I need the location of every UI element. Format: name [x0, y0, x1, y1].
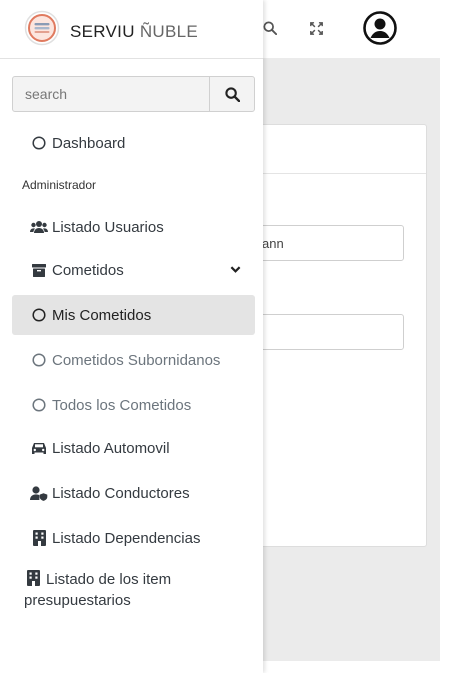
sidebar-section-header: Administrador	[22, 178, 97, 192]
card-header	[249, 125, 426, 174]
sidebar-item-label-line1: Listado de los item	[46, 571, 172, 588]
sidebar-item-todos-cometidos[interactable]: Todos los Cometidos	[12, 385, 255, 425]
sidebar-item-label: Dashboard	[52, 134, 126, 152]
search-button[interactable]	[209, 77, 254, 111]
sidebar-item-label: Listado Usuarios	[52, 218, 164, 236]
sidebar-item-listado-item-presupuestarios[interactable]: Listado de los item presupuestarios	[12, 565, 255, 621]
search-icon	[224, 86, 240, 102]
sidebar-item-listado-automovil[interactable]: Listado Automovil	[12, 428, 255, 468]
sidebar-item-listado-dependencias[interactable]: Listado Dependencias	[12, 518, 255, 558]
circle-icon	[30, 135, 48, 151]
form-field-2[interactable]	[249, 314, 404, 350]
sidebar-item-label: Cometidos Subornidanos	[52, 351, 221, 369]
sidebar-item-label: Mis Cometidos	[52, 306, 152, 324]
sidebar-item-label-line2: presupuestarios	[24, 592, 131, 609]
sidebar-item-label: Listado Dependencias	[52, 529, 201, 547]
sidebar-item-label: Cometidos	[52, 261, 124, 279]
sidebar-item-label: Todos los Cometidos	[52, 396, 192, 414]
form-field-1[interactable]: ann	[249, 225, 404, 261]
building-icon	[24, 570, 42, 586]
brand-text: SERVIU ÑUBLE	[70, 22, 198, 42]
sidebar-item-listado-conductores[interactable]: Listado Conductores	[12, 473, 255, 513]
sidebar-item-listado-usuarios[interactable]: Listado Usuarios	[12, 207, 255, 247]
sidebar-item-label: Listado Conductores	[52, 484, 190, 502]
form-card: ann	[248, 124, 427, 547]
circle-icon	[30, 307, 48, 323]
brand-suffix: ÑUBLE	[139, 22, 199, 41]
search-input[interactable]	[13, 77, 209, 111]
sidebar-item-label: Listado Automovil	[52, 439, 170, 457]
circle-icon	[30, 397, 48, 413]
sidebar-search	[12, 76, 255, 112]
chevron-down-icon	[230, 266, 241, 273]
sidebar-item-dashboard[interactable]: Dashboard	[12, 123, 255, 163]
sidebar-item-cometidos-subornidanos[interactable]: Cometidos Subornidanos	[12, 340, 255, 380]
user-shield-icon	[30, 485, 48, 501]
form-field-1-value: ann	[262, 235, 284, 251]
archive-icon	[30, 262, 48, 278]
brand-logo-icon	[24, 10, 60, 46]
circle-icon	[30, 352, 48, 368]
user-circle-icon[interactable]	[362, 10, 398, 46]
users-icon	[30, 219, 48, 235]
sidebar-item-cometidos[interactable]: Cometidos	[12, 250, 255, 290]
brand-link[interactable]: SERVIU ÑUBLE	[0, 0, 263, 59]
sidebar-item-mis-cometidos[interactable]: Mis Cometidos	[12, 295, 255, 335]
sidebar-item-text-block: Listado de los item presupuestarios	[24, 569, 171, 611]
expand-icon[interactable]	[298, 10, 334, 46]
car-icon	[30, 440, 48, 456]
brand-name: SERVIU	[70, 22, 135, 41]
sidebar: SERVIU ÑUBLE Dashboard Administrador Lis…	[0, 0, 263, 673]
building-icon	[30, 530, 48, 546]
